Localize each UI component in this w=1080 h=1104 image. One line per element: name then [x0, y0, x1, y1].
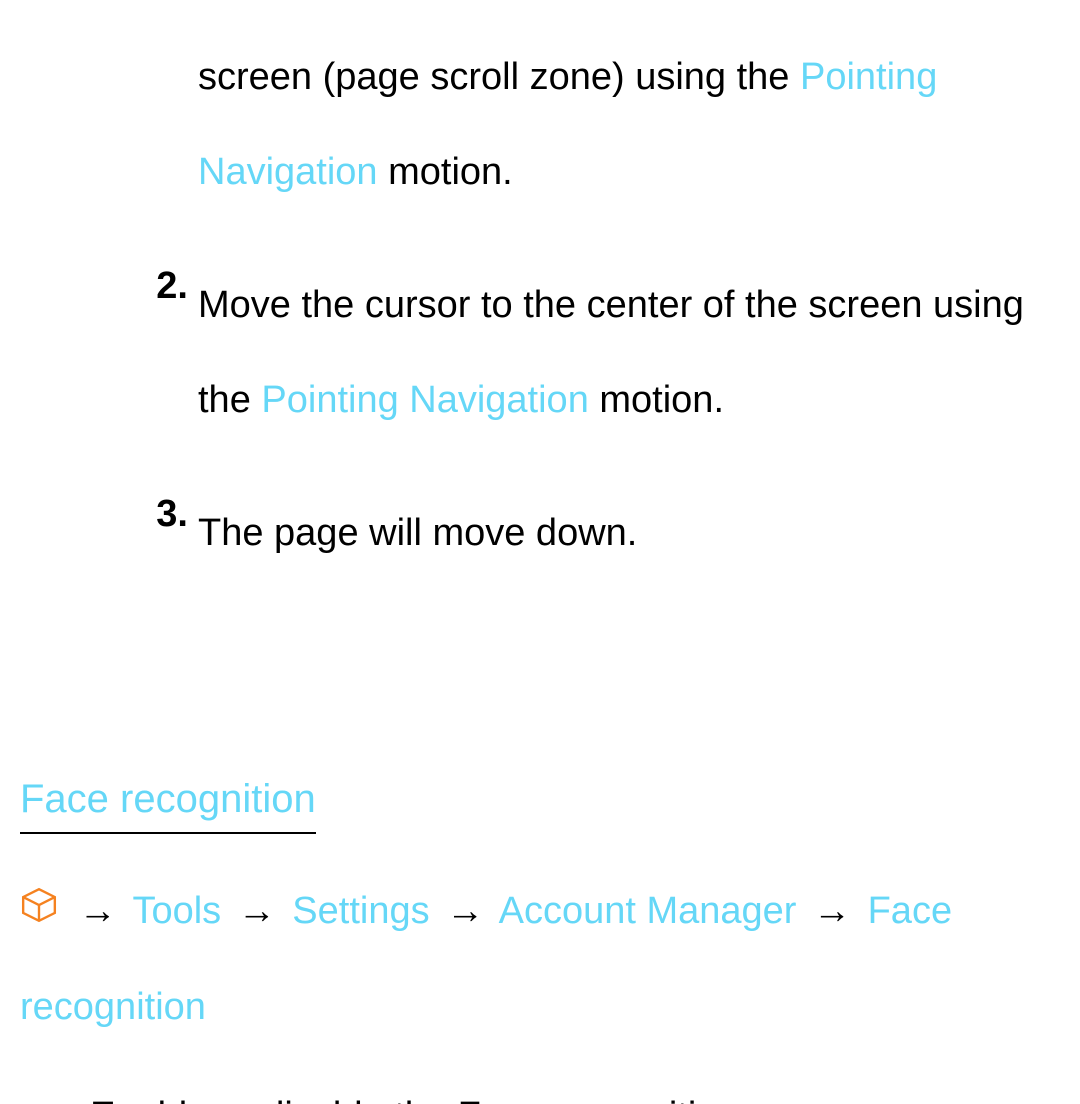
cube-icon[interactable]: [20, 865, 58, 960]
list-number: 3.: [20, 486, 198, 581]
breadcrumb-arrow-icon: →: [79, 890, 117, 932]
pointing-navigation-link[interactable]: Pointing Navigation: [261, 379, 588, 421]
breadcrumb: → Tools → Settings → Account Manager → F…: [20, 864, 1060, 1055]
text-fragment: motion.: [589, 379, 724, 421]
breadcrumb-account-manager[interactable]: Account Manager: [499, 890, 797, 932]
list-item: 3. The page will move down.: [20, 486, 1060, 581]
section-heading-wrapper: Face recognition: [20, 619, 1060, 864]
list-item: 2. Move the cursor to the center of the …: [20, 258, 1060, 448]
breadcrumb-arrow-icon: →: [238, 890, 276, 932]
list-number-placeholder: [20, 30, 198, 220]
list-item: screen (page scroll zone) using the Poin…: [20, 30, 1060, 220]
document-content: screen (page scroll zone) using the Poin…: [0, 0, 1080, 1104]
text-fragment: motion.: [378, 151, 513, 193]
text-fragment: The page will move down.: [198, 512, 637, 554]
breadcrumb-tools[interactable]: Tools: [132, 890, 221, 932]
breadcrumb-arrow-icon: →: [813, 890, 851, 932]
list-item-text: screen (page scroll zone) using the Poin…: [198, 30, 1060, 220]
section-description: Enable or disable the Face recognition: [20, 1075, 1060, 1104]
section-title-face-recognition[interactable]: Face recognition: [20, 769, 316, 834]
list-item-text: The page will move down.: [198, 486, 1060, 581]
text-fragment: screen (page scroll zone) using the: [198, 56, 800, 98]
breadcrumb-arrow-icon: →: [446, 890, 484, 932]
list-number: 2.: [20, 258, 198, 448]
list-item-text: Move the cursor to the center of the scr…: [198, 258, 1060, 448]
breadcrumb-settings[interactable]: Settings: [292, 890, 429, 932]
